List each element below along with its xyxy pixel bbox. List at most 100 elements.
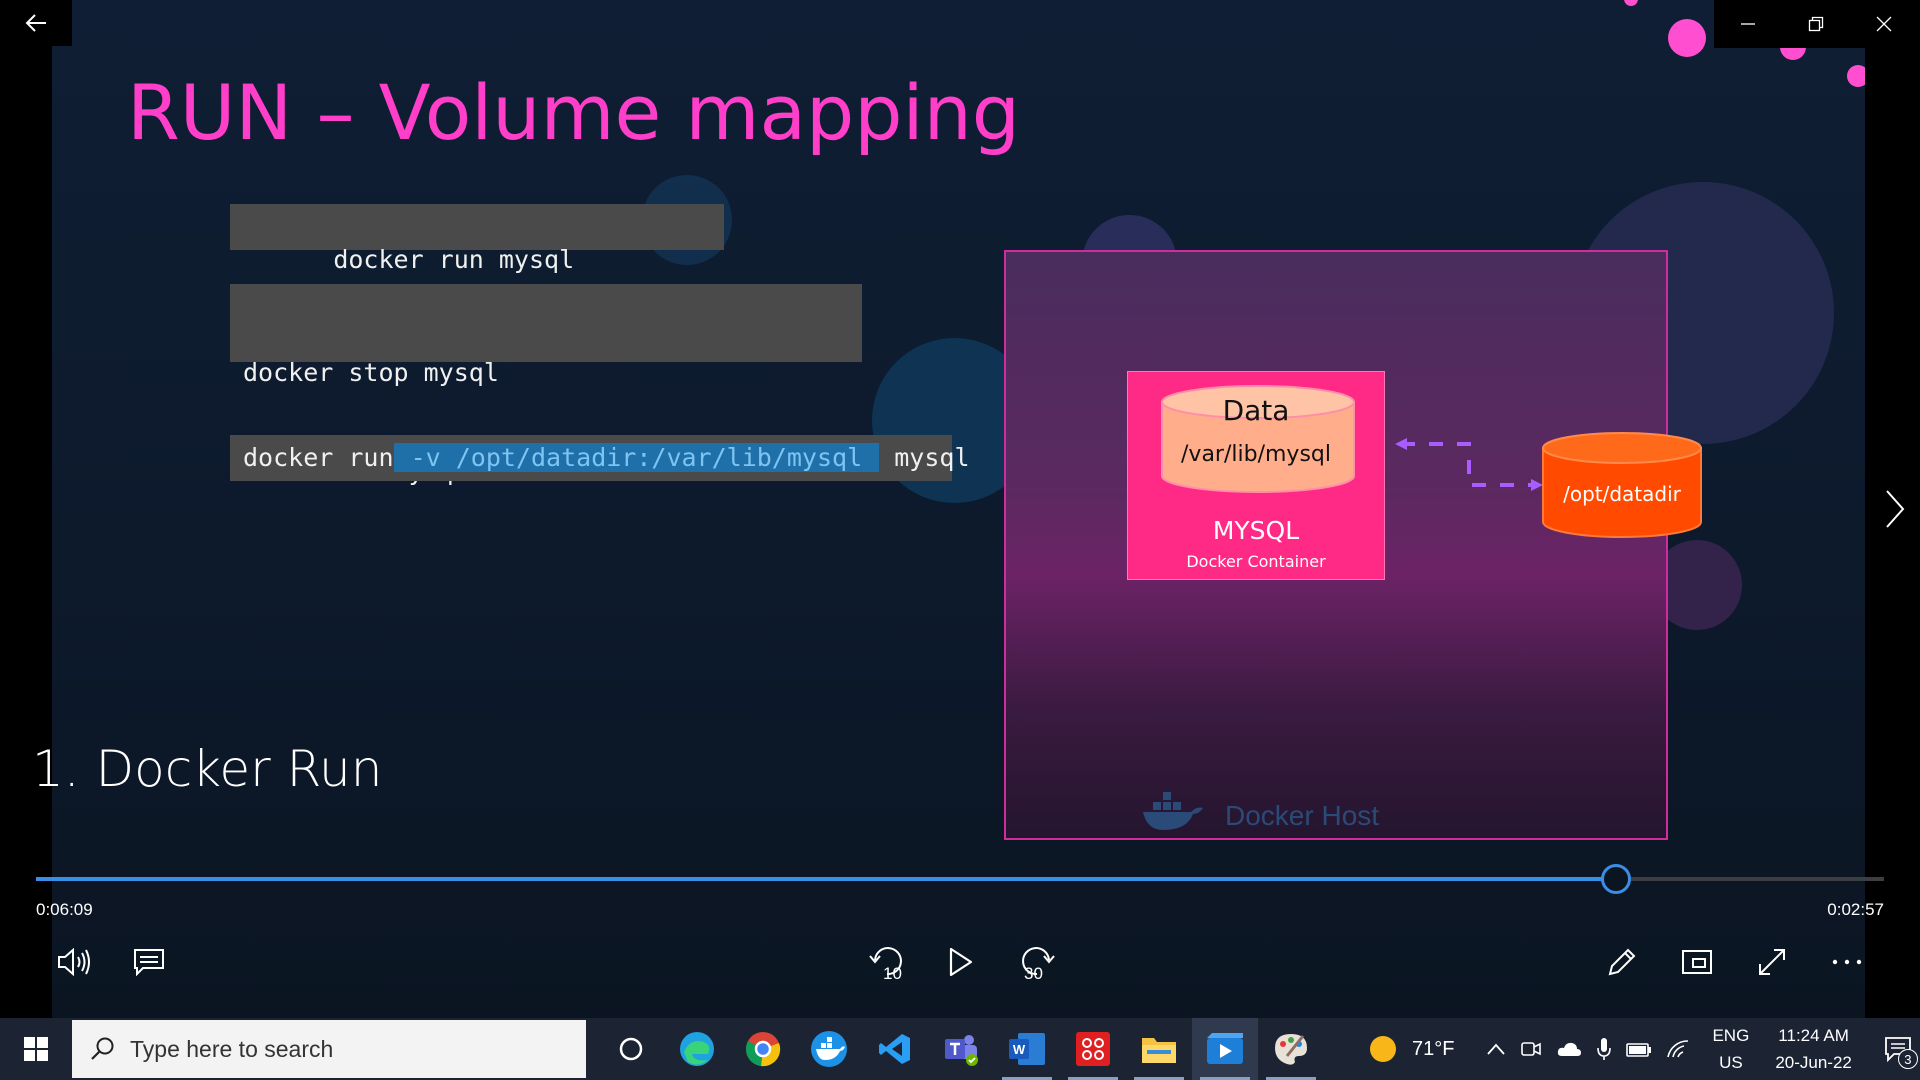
back-button[interactable] — [0, 0, 72, 46]
captions-icon — [134, 949, 164, 976]
skip-forward-button[interactable]: 30 — [1012, 938, 1062, 986]
wifi-icon[interactable] — [1666, 1039, 1690, 1059]
taskbar-app-teams[interactable] — [928, 1018, 994, 1080]
slide-title: RUN – Volume mapping — [127, 68, 1021, 157]
cortana-icon — [619, 1037, 643, 1061]
weather-temp: 71°F — [1412, 1037, 1455, 1060]
container-name: MYSQL — [1212, 516, 1300, 545]
window-controls — [1714, 0, 1920, 48]
seek-bar-fill — [36, 877, 1617, 881]
app-red-icon — [1076, 1032, 1110, 1066]
more-options-button[interactable] — [1823, 938, 1871, 986]
search-icon — [91, 1037, 114, 1060]
language-indicator[interactable]: ENG US — [1712, 1022, 1749, 1076]
notification-count-badge: 3 — [1897, 1049, 1918, 1069]
notification-center-button[interactable]: 3 — [1878, 1029, 1918, 1069]
close-icon — [1876, 16, 1892, 32]
sun-icon — [1370, 1036, 1396, 1062]
clock[interactable]: 11:24 AM 20-Jun-22 — [1775, 1022, 1852, 1076]
word-icon: W — [1009, 1033, 1045, 1065]
chevron-up-icon[interactable] — [1486, 1042, 1506, 1056]
battery-icon[interactable] — [1626, 1040, 1652, 1058]
taskbar-app-file-explorer[interactable] — [1126, 1018, 1192, 1080]
data-path-label: /var/lib/mysql — [1181, 442, 1331, 467]
seek-bar[interactable] — [36, 864, 1884, 894]
folder-icon — [1142, 1038, 1176, 1063]
video-player[interactable]: RUN – Volume mapping docker run mysql do… — [0, 0, 1920, 1018]
play-button[interactable] — [937, 938, 985, 986]
taskbar-app-docker[interactable] — [796, 1018, 862, 1080]
language-secondary: US — [1719, 1053, 1743, 1072]
mapping-arrow — [1395, 438, 1543, 491]
play-icon — [949, 947, 973, 977]
code-cmd-highlight: -v /opt/datadir:/var/lib/mysql — [393, 443, 880, 472]
fullscreen-icon — [1759, 949, 1785, 975]
skip-back-button[interactable]: 10 — [862, 938, 912, 986]
start-button[interactable] — [0, 1018, 72, 1080]
microphone-icon[interactable] — [1596, 1037, 1612, 1061]
time-elapsed: 0:06:09 — [36, 900, 93, 919]
taskbar-app-red[interactable] — [1060, 1018, 1126, 1080]
svg-text:W: W — [1013, 1042, 1026, 1057]
taskbar-app-vscode[interactable] — [862, 1018, 928, 1080]
pencil-icon — [1608, 948, 1636, 976]
minimize-button[interactable] — [1714, 0, 1782, 48]
code-line: docker stop mysql — [243, 358, 499, 387]
taskbar-app-edge[interactable] — [664, 1018, 730, 1080]
weather-widget[interactable]: 71°F — [1368, 1018, 1454, 1080]
skip-forward-seconds: 30 — [1024, 964, 1043, 983]
docker-host-label: Docker Host — [1141, 792, 1379, 839]
meet-now-icon[interactable] — [1520, 1038, 1542, 1060]
restore-icon — [1808, 16, 1824, 32]
restore-button[interactable] — [1782, 0, 1850, 48]
data-label: Data — [1222, 394, 1290, 427]
code-cmd-suffix: mysql — [894, 443, 970, 472]
skip-back-seconds: 10 — [883, 964, 902, 983]
teams-icon — [945, 1035, 978, 1066]
code-line: docker run mysql — [333, 245, 575, 274]
edit-button[interactable] — [1598, 938, 1646, 986]
captions-button[interactable] — [125, 938, 173, 986]
onedrive-icon[interactable] — [1556, 1040, 1582, 1058]
mysql-container-box: Data /var/lib/mysql MYSQL Docker Contain… — [1127, 371, 1385, 580]
close-button[interactable] — [1850, 0, 1918, 48]
chrome-icon — [745, 1032, 781, 1067]
paint-icon — [1275, 1034, 1307, 1065]
docker-whale-icon — [1141, 792, 1205, 839]
taskbar-app-chrome[interactable] — [730, 1018, 796, 1080]
taskbar-app-movies-tv[interactable] — [1192, 1018, 1258, 1080]
code-block-run: docker run mysql — [230, 204, 724, 274]
volume-button[interactable] — [50, 938, 98, 986]
system-tray — [1486, 1018, 1690, 1080]
clock-date: 20-Jun-22 — [1775, 1053, 1852, 1072]
video-title: 1. Docker Run — [32, 740, 383, 798]
time-remaining: 0:02:57 — [1827, 900, 1884, 919]
seek-bar-thumb[interactable] — [1601, 864, 1632, 894]
taskbar-app-paint[interactable] — [1258, 1018, 1324, 1080]
search-placeholder: Type here to search — [130, 1035, 334, 1062]
docker-icon — [811, 1031, 847, 1067]
edge-icon — [680, 1032, 714, 1066]
taskbar: Type here to search W 71°F ENG US 11:24 … — [0, 1018, 1920, 1080]
chevron-right-icon — [1886, 490, 1905, 528]
windows-logo-icon — [24, 1037, 48, 1061]
vscode-icon — [879, 1034, 910, 1064]
minimize-icon — [1741, 23, 1755, 25]
code-block-volume: docker run -v /opt/datadir:/var/lib/mysq… — [230, 435, 970, 481]
host-volume-label: /opt/datadir — [1563, 482, 1681, 506]
code-block-stop-rm: docker stop mysql docker rm mysql — [230, 284, 862, 486]
mini-view-icon — [1682, 950, 1712, 974]
next-button[interactable] — [1880, 484, 1910, 534]
clock-time: 11:24 AM — [1778, 1026, 1849, 1045]
language-primary: ENG — [1712, 1026, 1750, 1045]
more-icon — [1832, 959, 1862, 965]
mini-view-button[interactable] — [1673, 938, 1721, 986]
fullscreen-button[interactable] — [1748, 938, 1796, 986]
taskbar-app-word[interactable]: W — [994, 1018, 1060, 1080]
back-arrow-icon — [25, 14, 46, 32]
code-cmd-prefix: docker run — [243, 443, 394, 472]
cortana-button[interactable] — [598, 1018, 664, 1080]
taskbar-search[interactable]: Type here to search — [72, 1020, 586, 1078]
movies-tv-icon — [1207, 1033, 1243, 1064]
container-type: Docker Container — [1186, 552, 1326, 571]
